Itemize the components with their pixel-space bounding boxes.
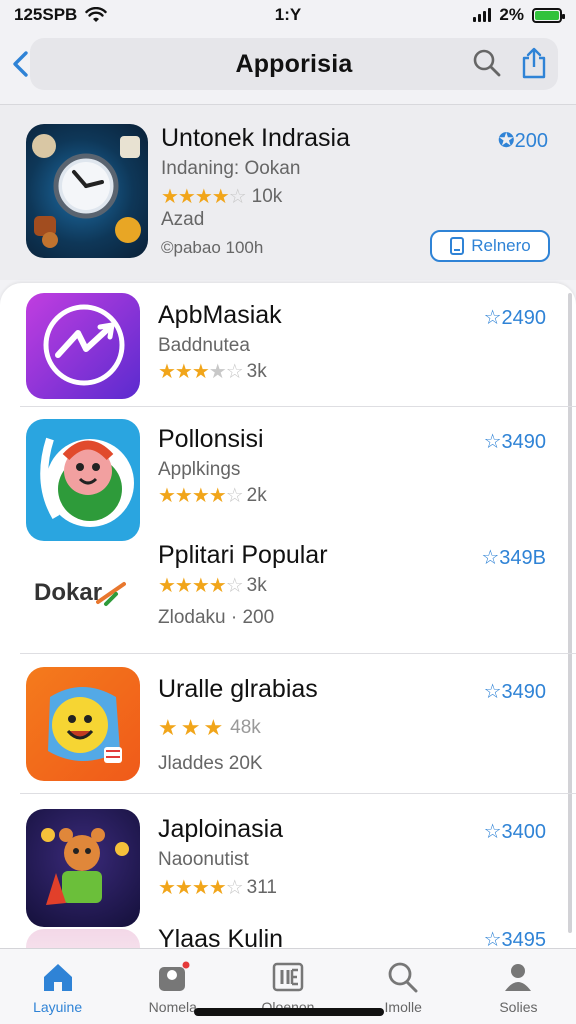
tab-label: Nomela — [148, 999, 197, 1015]
star-outline-icon: ☆ — [483, 929, 502, 948]
app-title: Japloinasia — [158, 815, 284, 843]
app-subtitle: Baddnutea — [158, 335, 250, 356]
list-item[interactable]: ApbMasiak Baddnutea ★★★★☆ 3k ☆2490 — [0, 283, 576, 407]
featured-app-icon — [26, 124, 148, 258]
app-subtitle: Applkings — [158, 459, 241, 480]
document-icon — [450, 237, 465, 255]
price-star-icon: ✪ — [497, 130, 515, 152]
app-extra: Jladdes 20K — [158, 753, 263, 774]
tab-label: Solies — [499, 999, 538, 1015]
price-value: 3495 — [501, 929, 547, 948]
tab-profile[interactable]: Solies — [461, 949, 576, 1024]
wifi-icon — [85, 7, 108, 22]
app-title: Pollonsisi — [158, 425, 264, 453]
rating-stars: ★★★★☆ — [158, 485, 244, 507]
app-price[interactable]: ☆2490 — [484, 305, 546, 330]
app-price[interactable]: ☆349B — [481, 545, 546, 570]
app-rating: ★★★★☆ 311 — [158, 875, 277, 900]
app-icon-dokar: Dokar — [26, 553, 140, 633]
rating-count: 3k — [246, 574, 267, 596]
price-value: 3490 — [501, 681, 547, 703]
home-indicator[interactable] — [194, 1008, 384, 1016]
rating-stars: ★★★★☆ — [158, 575, 244, 597]
back-chevron-icon[interactable] — [10, 50, 32, 78]
apps-icon — [272, 962, 304, 992]
list-item[interactable]: Dokar Pplitari Popular ★★★★☆ 3k Zlodaku … — [0, 531, 576, 654]
featured-get-button[interactable]: Relnero — [430, 230, 550, 262]
app-icon-character — [26, 419, 140, 541]
list-item[interactable]: Japloinasia Naoonutist ★★★★☆ 311 ☆3400 — [0, 793, 576, 927]
dokar-logo-mark — [96, 582, 127, 606]
app-title: ApbMasiak — [158, 301, 282, 329]
rating-count: 3k — [246, 360, 267, 382]
rating-count: 2k — [246, 484, 267, 506]
rating-stars: ★★★ — [158, 715, 227, 740]
tab-home[interactable]: Layuine — [0, 949, 115, 1024]
app-rating: ★★★★☆ 2k — [158, 483, 267, 508]
price-value: 2490 — [501, 307, 547, 329]
featured-app-title: Untonek Indrasia — [161, 124, 351, 152]
app-icon-messenger — [26, 293, 140, 399]
featured-app-subtitle: Indaning: Ookan — [161, 158, 301, 179]
rating-count: 48k — [230, 717, 261, 738]
app-extra: Zlodaku · 200 — [158, 607, 275, 628]
rating-count: 311 — [246, 876, 277, 898]
app-rating: ★★★ 48k — [158, 715, 261, 741]
app-subtitle: Naoonutist — [158, 849, 249, 870]
featured-app-footer: ©pabao 100h — [161, 238, 264, 257]
dokar-logo-text: Dokar — [34, 579, 103, 606]
app-title: Pplitari Popular — [158, 541, 328, 569]
app-title: Ylaas Kulin — [158, 925, 284, 948]
featured-price-value: 200 — [514, 130, 548, 152]
app-price[interactable]: ☆3490 — [484, 429, 546, 454]
app-icon-hero — [26, 809, 140, 927]
star-outline-icon: ☆ — [483, 681, 502, 703]
app-price[interactable]: ☆3495 — [484, 927, 546, 948]
list-item[interactable]: Pollonsisi Applkings ★★★★☆ 2k ☆3490 — [0, 407, 576, 541]
list-item[interactable]: Ylaas Kulin ☆3495 — [0, 923, 576, 948]
battery-icon — [532, 7, 565, 23]
app-price[interactable]: ☆3400 — [484, 819, 546, 844]
star-outline-icon: ☆ — [483, 431, 502, 453]
cellular-signal-icon — [473, 8, 492, 22]
app-title: Uralle glrabias — [158, 675, 318, 703]
app-icon-partial — [26, 929, 140, 948]
star-outline-icon: ☆ — [481, 547, 500, 569]
featured-app-price[interactable]: ✪200 — [498, 128, 548, 153]
app-price[interactable]: ☆3490 — [484, 679, 546, 704]
status-left-text: 125SPB — [14, 5, 78, 24]
search-icon[interactable] — [472, 48, 502, 78]
home-icon — [43, 964, 72, 991]
profile-icon — [505, 964, 532, 991]
list-item[interactable]: Uralle glrabias ★★★ 48k Jladdes 20K ☆349… — [0, 653, 576, 794]
status-bar: 125SPB 1:Y 2% — [0, 0, 576, 30]
status-time: 1:Y — [274, 5, 302, 24]
price-value: 3490 — [501, 431, 547, 453]
app-list[interactable]: ApbMasiak Baddnutea ★★★★☆ 3k ☆2490 Pollo… — [0, 283, 576, 948]
tab-label: Layuine — [33, 999, 83, 1015]
price-value: 349B — [499, 547, 546, 569]
featured-app-tag: Azad — [161, 209, 205, 230]
price-value: 3400 — [501, 821, 547, 843]
battery-percent: 2% — [499, 5, 524, 24]
featured-rating-count: 10k — [251, 185, 283, 207]
app-icon-smiley — [26, 667, 140, 781]
search-icon — [388, 962, 418, 993]
tab-label: Imolle — [384, 999, 422, 1015]
app-rating: ★★★★☆ 3k — [158, 573, 267, 598]
app-rating: ★★★★☆ 3k — [158, 359, 267, 384]
games-icon — [158, 961, 190, 991]
star-outline-icon: ☆ — [483, 821, 502, 843]
rating-stars: ★★★★☆ — [158, 361, 244, 383]
featured-button-label: Relnero — [471, 236, 531, 255]
star-outline-icon: ☆ — [483, 307, 502, 329]
share-icon[interactable] — [520, 46, 548, 80]
featured-app-rating: ★★★★☆ 10k — [161, 184, 282, 209]
rating-stars: ★★★★☆ — [161, 186, 247, 208]
nav-bar: Apporisia — [13, 38, 558, 90]
rating-stars: ★★★★☆ — [158, 877, 244, 899]
